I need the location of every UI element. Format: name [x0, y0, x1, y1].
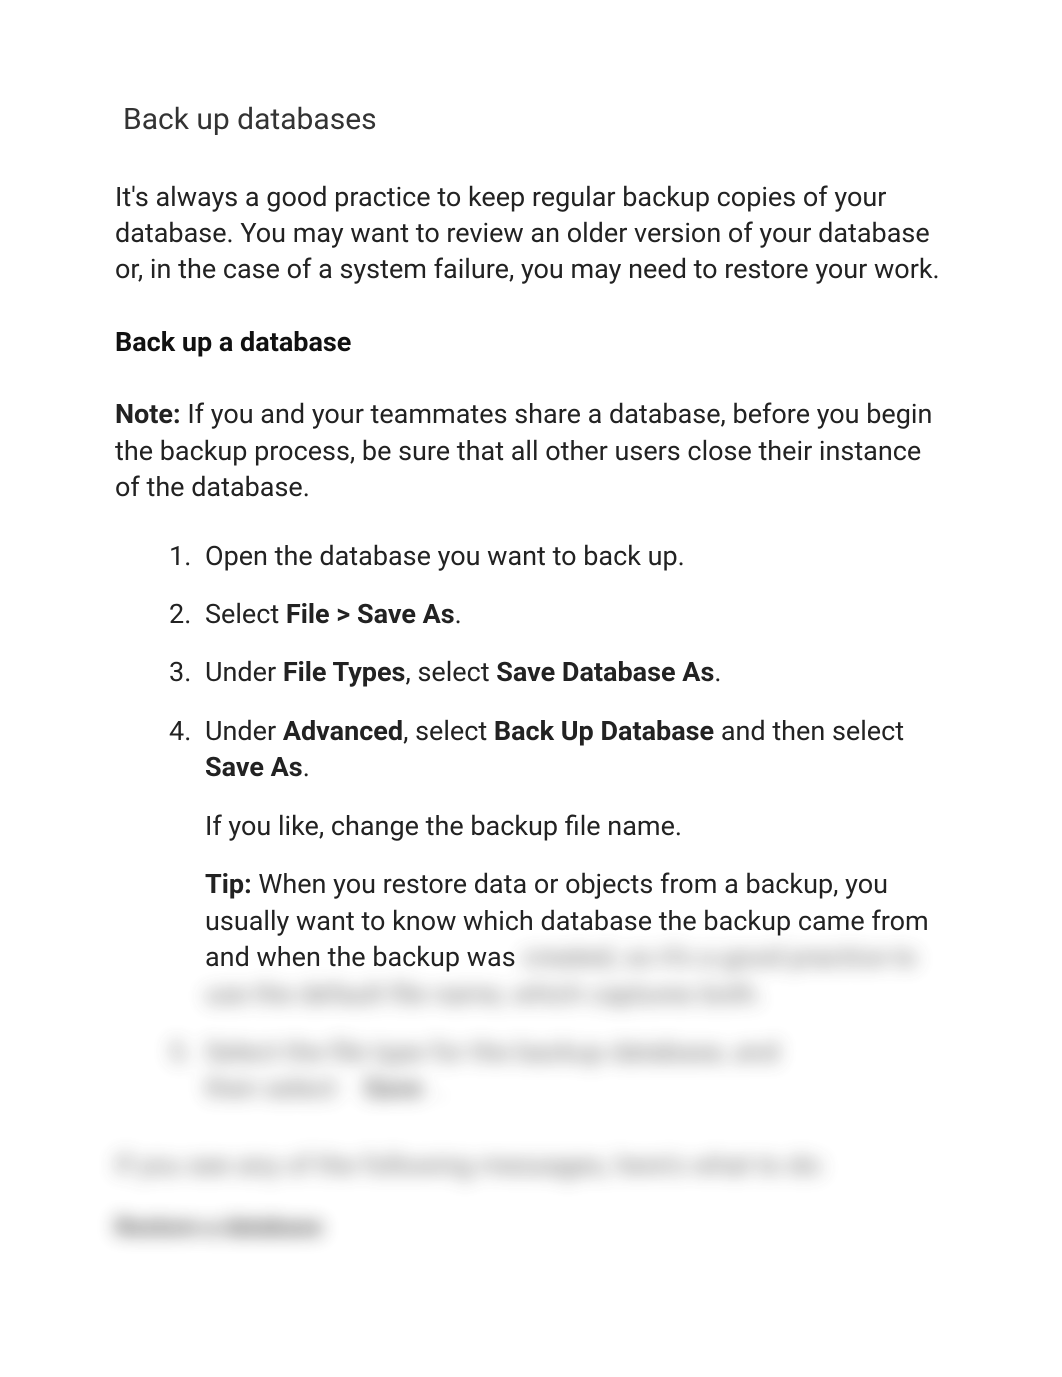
step-4-subpara: If you like, change the backup file name… [205, 808, 952, 844]
intro-paragraph: It's always a good practice to keep regu… [115, 179, 952, 288]
page-title: Back up databases [123, 100, 952, 141]
tip-label: Tip: [205, 868, 252, 900]
step-4-text: Under Advanced, select Back Up Database … [205, 713, 952, 786]
note-text: If you and your teammates share a databa… [115, 398, 932, 503]
section-heading-backup: Back up a database [115, 324, 952, 360]
step-3-text: Under File Types, select Save Database A… [205, 654, 952, 690]
step-4: Under Advanced, select Back Up Database … [175, 713, 952, 1012]
section-heading-restore: Restore a database [115, 1211, 952, 1243]
step-1-text: Open the database you want to back up. [205, 538, 952, 574]
step-2: Select File > Save As. [175, 596, 952, 632]
step-1: Open the database you want to back up. [175, 538, 952, 574]
step-5: Select the file type for the backup data… [175, 1034, 952, 1107]
step-2-text: Select File > Save As. [205, 596, 952, 632]
step-5-line2: then select Save . [205, 1070, 952, 1106]
note-label: Note: [115, 398, 181, 430]
step-3: Under File Types, select Save Database A… [175, 654, 952, 690]
step-5-line1: Select the file type for the backup data… [205, 1034, 952, 1070]
note-block: Note: If you and your teammates share a … [115, 396, 952, 505]
followup-message: If you see any of the following messages… [115, 1147, 952, 1183]
tip-block: Tip: When you restore data or objects fr… [205, 866, 952, 1012]
steps-list: Open the database you want to back up. S… [175, 538, 952, 1107]
